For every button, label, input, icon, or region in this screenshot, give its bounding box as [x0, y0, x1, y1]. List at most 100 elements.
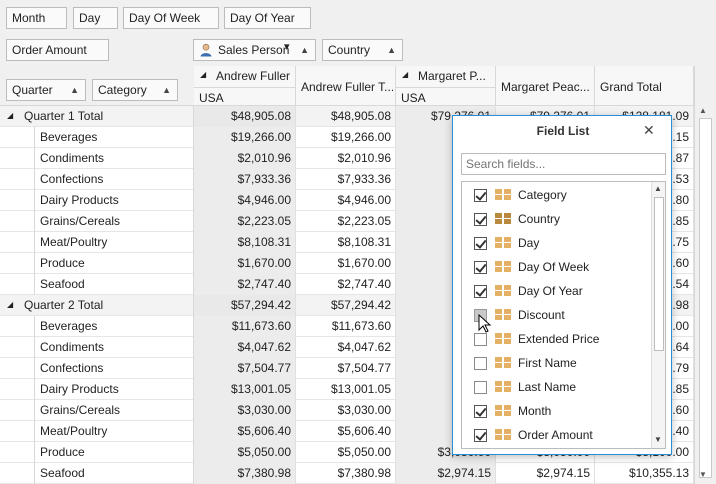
- collapse-icon[interactable]: ◢: [402, 70, 408, 79]
- value-cell[interactable]: $2,223.05: [296, 211, 396, 232]
- close-icon[interactable]: ✕: [643, 122, 655, 139]
- checked-checkbox-icon[interactable]: [474, 189, 487, 202]
- field-list-scroll-thumb[interactable]: [654, 197, 664, 351]
- value-cell[interactable]: $4,047.62: [296, 337, 396, 358]
- value-cell[interactable]: $1,670.00: [296, 253, 396, 274]
- row-header-category[interactable]: Dairy Products: [34, 190, 194, 211]
- value-cell[interactable]: $57,294.42: [194, 295, 296, 316]
- field-list-item[interactable]: Day: [468, 231, 658, 255]
- value-cell[interactable]: $5,606.40: [296, 421, 396, 442]
- row-field-quarter[interactable]: Quarter ▲: [6, 79, 86, 101]
- scroll-up-arrow-icon[interactable]: ▲: [654, 184, 662, 193]
- collapse-icon[interactable]: ◢: [7, 295, 13, 315]
- filter-field-day-of-year[interactable]: Day Of Year: [224, 7, 311, 29]
- field-list-item[interactable]: Day Of Week: [468, 255, 658, 279]
- data-field-order-amount[interactable]: Order Amount: [6, 39, 109, 61]
- field-search-input[interactable]: [461, 153, 666, 175]
- value-cell[interactable]: $13,001.05: [194, 379, 296, 400]
- row-header-category[interactable]: Beverages: [34, 127, 194, 148]
- value-cell[interactable]: $19,266.00: [194, 127, 296, 148]
- checked-checkbox-icon[interactable]: [474, 213, 487, 226]
- row-header-category[interactable]: Seafood: [34, 274, 194, 295]
- row-header-category[interactable]: Grains/Cereals: [34, 400, 194, 421]
- column-header-andrew-fuller[interactable]: ◢ Andrew Fuller: [194, 66, 296, 87]
- value-cell[interactable]: $13,001.05: [296, 379, 396, 400]
- value-cell[interactable]: $48,905.08: [194, 106, 296, 127]
- value-cell[interactable]: $2,223.05: [194, 211, 296, 232]
- field-list-item[interactable]: Order Amount: [468, 423, 658, 447]
- column-header-andrew-fuller-total[interactable]: Andrew Fuller T...: [296, 66, 396, 106]
- value-cell[interactable]: $19,266.00: [296, 127, 396, 148]
- value-cell[interactable]: $10,355.13: [595, 463, 694, 484]
- field-list-panel[interactable]: Field List ✕ Category Country Day Day Of We…: [452, 115, 672, 455]
- value-cell[interactable]: $5,050.00: [296, 442, 396, 463]
- unchecked-checkbox-icon[interactable]: [474, 357, 487, 370]
- field-list-item[interactable]: Month: [468, 399, 658, 423]
- row-header-category[interactable]: Seafood: [34, 463, 194, 484]
- value-cell[interactable]: $48,905.08: [296, 106, 396, 127]
- row-header-category[interactable]: Produce: [34, 442, 194, 463]
- row-header-quarter[interactable]: ◢ Quarter 2 Total: [0, 295, 194, 316]
- value-cell[interactable]: $57,294.42: [296, 295, 396, 316]
- value-cell[interactable]: $2,010.96: [194, 148, 296, 169]
- filter-field-day[interactable]: Day: [73, 7, 118, 29]
- grid-scroll-thumb[interactable]: [699, 118, 712, 478]
- field-list-item[interactable]: Extended Price: [468, 327, 658, 351]
- value-cell[interactable]: $1,670.00: [194, 253, 296, 274]
- column-field-sales-person[interactable]: Sales Person ▾ ▲: [193, 39, 316, 61]
- unchecked-checkbox-icon[interactable]: [474, 381, 487, 394]
- checked-checkbox-icon[interactable]: [474, 429, 487, 442]
- value-cell[interactable]: $7,380.98: [194, 463, 296, 484]
- value-cell[interactable]: $5,050.00: [194, 442, 296, 463]
- value-cell[interactable]: $2,010.96: [296, 148, 396, 169]
- value-cell[interactable]: $3,030.00: [296, 400, 396, 421]
- scroll-down-arrow-icon[interactable]: ▼: [699, 470, 707, 479]
- row-header-category[interactable]: Confections: [34, 358, 194, 379]
- row-header-category[interactable]: Condiments: [34, 148, 194, 169]
- field-list-item[interactable]: Last Name: [468, 375, 658, 399]
- field-list-scrollbar[interactable]: ▲ ▼: [651, 182, 665, 448]
- scroll-up-arrow-icon[interactable]: ▲: [699, 106, 707, 115]
- row-header-category[interactable]: Beverages: [34, 316, 194, 337]
- row-header-quarter[interactable]: ◢ Quarter 1 Total: [0, 106, 194, 127]
- value-cell[interactable]: $11,673.60: [194, 316, 296, 337]
- row-header-category[interactable]: Confections: [34, 169, 194, 190]
- checked-checkbox-icon[interactable]: [474, 237, 487, 250]
- value-cell[interactable]: $7,380.98: [296, 463, 396, 484]
- field-list-item[interactable]: Country: [468, 207, 658, 231]
- column-header-grand-total[interactable]: Grand Total: [595, 66, 694, 106]
- checked-checkbox-icon[interactable]: [474, 285, 487, 298]
- collapse-icon[interactable]: ◢: [7, 106, 13, 126]
- value-cell[interactable]: $7,933.36: [194, 169, 296, 190]
- value-cell[interactable]: $4,946.00: [296, 190, 396, 211]
- grid-vertical-scrollbar[interactable]: ▲ ▼: [694, 66, 716, 484]
- column-header-margaret[interactable]: ◢ Margaret P...: [396, 66, 496, 87]
- unchecked-checkbox-icon[interactable]: [474, 333, 487, 346]
- row-header-category[interactable]: Grains/Cereals: [34, 211, 194, 232]
- checked-checkbox-icon[interactable]: [474, 405, 487, 418]
- field-list-item[interactable]: Category: [468, 183, 658, 207]
- value-cell[interactable]: $3,030.00: [194, 400, 296, 421]
- value-cell[interactable]: $2,747.40: [194, 274, 296, 295]
- filter-field-day-of-week[interactable]: Day Of Week: [123, 7, 219, 29]
- field-list-item[interactable]: Discount: [468, 303, 658, 327]
- column-field-country[interactable]: Country ▲: [322, 39, 403, 61]
- value-cell[interactable]: $7,504.77: [194, 358, 296, 379]
- value-cell[interactable]: $7,504.77: [296, 358, 396, 379]
- column-header-margaret-total[interactable]: Margaret Peac...: [496, 66, 595, 106]
- value-cell[interactable]: $11,673.60: [296, 316, 396, 337]
- value-cell[interactable]: $8,108.31: [194, 232, 296, 253]
- field-list-item[interactable]: First Name: [468, 351, 658, 375]
- field-list-item[interactable]: Day Of Year: [468, 279, 658, 303]
- row-header-category[interactable]: Dairy Products: [34, 379, 194, 400]
- value-cell[interactable]: $4,047.62: [194, 337, 296, 358]
- value-cell[interactable]: $2,974.15: [496, 463, 595, 484]
- value-cell[interactable]: $7,933.36: [296, 169, 396, 190]
- value-cell[interactable]: $2,974.15: [396, 463, 496, 484]
- value-cell[interactable]: $8,108.31: [296, 232, 396, 253]
- row-header-category[interactable]: Produce: [34, 253, 194, 274]
- value-cell[interactable]: $5,606.40: [194, 421, 296, 442]
- value-cell[interactable]: $4,946.00: [194, 190, 296, 211]
- scroll-down-arrow-icon[interactable]: ▼: [654, 435, 662, 444]
- column-header-usa-2[interactable]: USA: [396, 87, 496, 106]
